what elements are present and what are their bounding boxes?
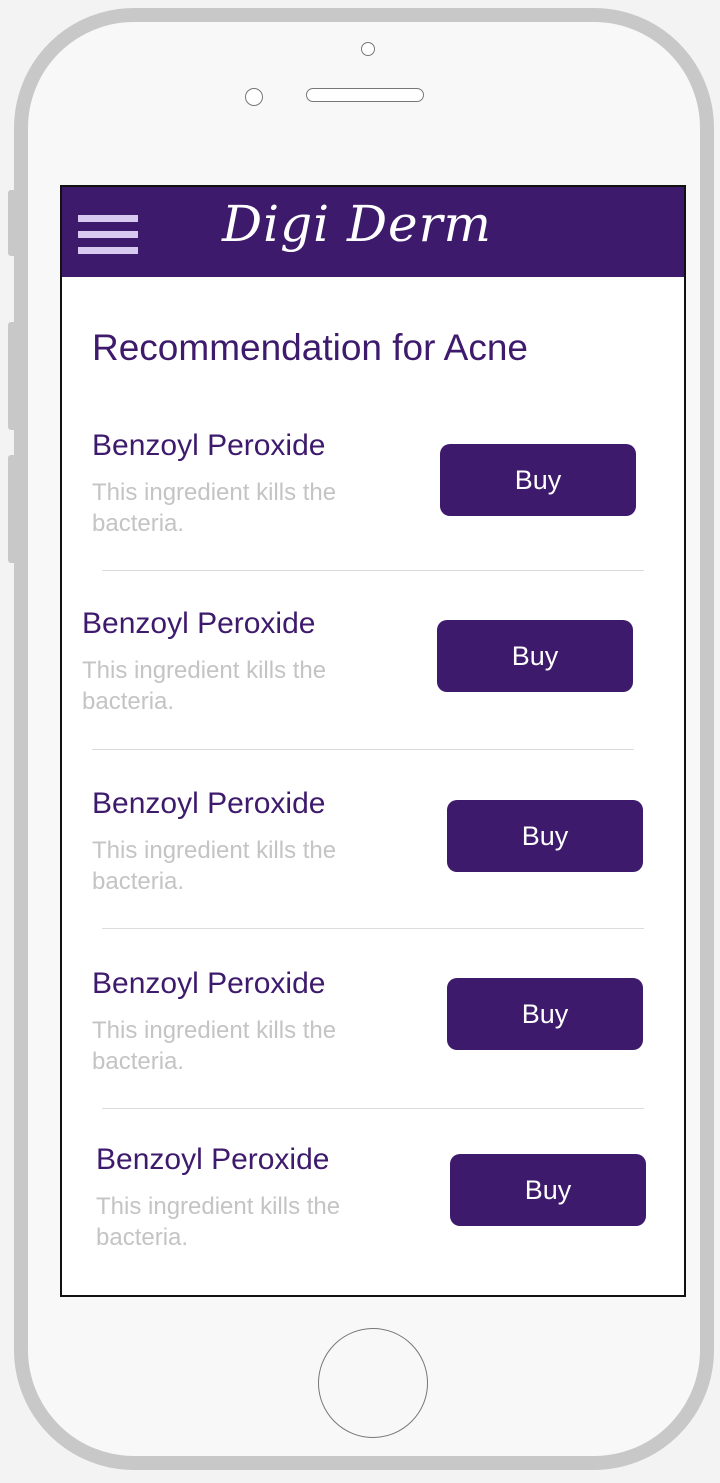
list-item: Benzoyl Peroxide This ingredient kills t…	[92, 429, 652, 559]
list-item: Benzoyl Peroxide This ingredient kills t…	[92, 787, 652, 917]
hamburger-menu-icon[interactable]	[78, 215, 138, 255]
divider	[102, 570, 644, 571]
earpiece-speaker	[306, 88, 424, 102]
buy-button[interactable]: Buy	[440, 444, 636, 516]
product-description: This ingredient kills the bacteria.	[92, 479, 337, 537]
front-camera	[361, 42, 375, 56]
app-header: Digi Derm	[62, 187, 684, 277]
buy-button[interactable]: Buy	[447, 800, 643, 872]
list-item: Benzoyl Peroxide This ingredient kills t…	[92, 967, 652, 1097]
product-name: Benzoyl Peroxide	[96, 1143, 330, 1176]
product-description: This ingredient kills the bacteria.	[92, 1017, 337, 1075]
home-button[interactable]	[318, 1328, 428, 1438]
page-title: Recommendation for Acne	[92, 327, 529, 368]
product-description: This ingredient kills the bacteria.	[82, 657, 327, 715]
product-description: This ingredient kills the bacteria.	[92, 837, 337, 895]
product-description: This ingredient kills the bacteria.	[96, 1193, 341, 1251]
list-item: Benzoyl Peroxide This ingredient kills t…	[82, 607, 642, 737]
mute-switch	[8, 190, 17, 256]
app-screen: Digi Derm Recommendation for Acne Benzoy…	[60, 185, 686, 1297]
brand-logo: Digi Derm	[222, 195, 492, 253]
divider	[102, 1108, 644, 1109]
list-item: Benzoyl Peroxide This ingredient kills t…	[96, 1143, 656, 1273]
product-name: Benzoyl Peroxide	[92, 967, 326, 1000]
proximity-sensor	[245, 88, 263, 106]
buy-button[interactable]: Buy	[450, 1154, 646, 1226]
volume-down-button	[8, 455, 17, 563]
volume-up-button	[8, 322, 17, 430]
product-name: Benzoyl Peroxide	[92, 787, 326, 820]
product-name: Benzoyl Peroxide	[82, 607, 316, 640]
buy-button[interactable]: Buy	[447, 978, 643, 1050]
buy-button[interactable]: Buy	[437, 620, 633, 692]
divider	[92, 749, 634, 750]
divider	[102, 928, 644, 929]
product-name: Benzoyl Peroxide	[92, 429, 326, 462]
